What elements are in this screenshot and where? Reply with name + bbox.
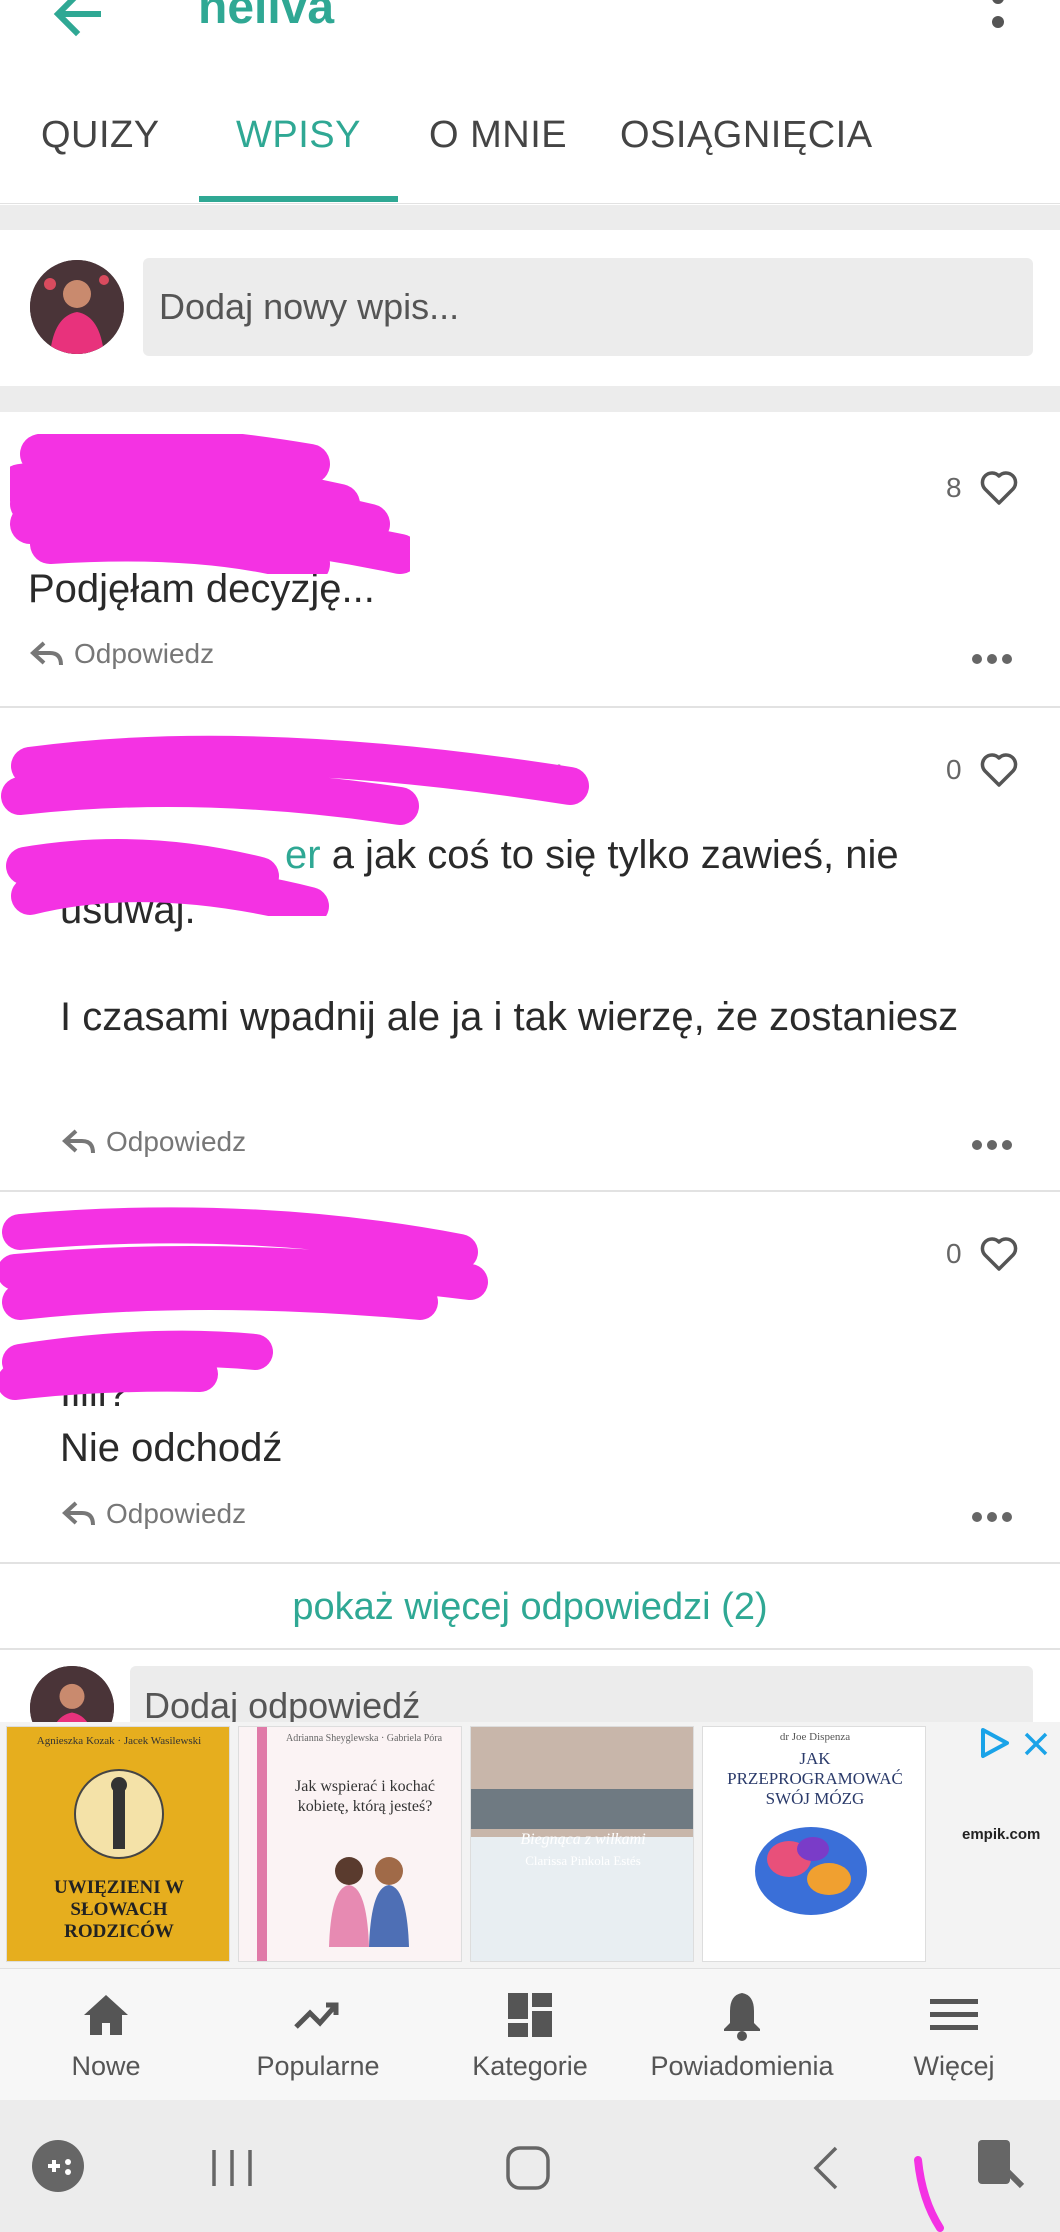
tab-o-mnie[interactable]: O MNIE (429, 114, 567, 157)
post-text: Podjęłam decyzję... (28, 567, 375, 611)
home-icon (84, 1995, 128, 2035)
separator (0, 386, 1060, 412)
reply-label: Odpowiedz (106, 1126, 247, 1157)
book-illustration (74, 1769, 164, 1859)
more-options-icon[interactable] (970, 1510, 1014, 1524)
book-cover[interactable]: Agnieszka Kozak · Jacek Wasilewski UWIĘZ… (6, 1726, 230, 1962)
bell-icon (724, 1993, 760, 2041)
reply-label: Odpowiedz (106, 1498, 247, 1529)
nav-powiadomienia[interactable]: Powiadomienia (636, 1969, 848, 2101)
post-text: I czasami wpadnij ale ja i tak wierzę, ż… (60, 995, 959, 1039)
heart-icon[interactable] (979, 1234, 1019, 1272)
dashboard-icon (508, 1993, 552, 2037)
like-count: 8 (946, 472, 962, 503)
user-avatar[interactable] (30, 260, 124, 354)
recent-apps-icon[interactable] (208, 2146, 256, 2190)
back-arrow-icon[interactable] (50, 0, 106, 42)
show-more-replies-link[interactable]: pokaż więcej odpowiedzi (2) (0, 1564, 1060, 1650)
game-launcher-icon[interactable] (30, 2138, 86, 2194)
book-illustration (329, 1857, 409, 1947)
adchoices-icon[interactable] (977, 1726, 1011, 1760)
close-ad-icon[interactable] (1022, 1730, 1050, 1758)
profile-tabs: QUIZY WPISY O MNIE OSIĄGNIĘCIA (0, 100, 1060, 204)
home-button-icon[interactable] (504, 2144, 552, 2192)
post-text: er a jak coś to się tylko zawieś, nie us… (60, 833, 899, 932)
post-meta: temu (500, 754, 563, 785)
more-options-icon[interactable] (970, 1138, 1014, 1152)
tab-quizy[interactable]: QUIZY (41, 114, 160, 157)
reply-label: Odpowiedz (74, 638, 215, 669)
mention-link[interactable]: er (285, 833, 321, 877)
reply-button[interactable]: Odpowiedz (62, 1498, 246, 1530)
ad-brand: empik.com (962, 1826, 1041, 1843)
post-item: 8 Podjęłam decyzję... Odpowiedz (0, 412, 1060, 708)
book-illustration (755, 1827, 867, 1915)
post-text: Iiiii? Nie odchodź (60, 1371, 283, 1470)
separator (0, 205, 1060, 230)
reply-icon (62, 1129, 95, 1154)
nav-nowe[interactable]: Nowe (0, 1969, 212, 2101)
post-item: 0 Iiiii? Nie odchodź Odpowiedz (0, 1192, 1060, 1564)
back-button-icon[interactable] (806, 2144, 846, 2192)
more-options-icon[interactable] (986, 0, 1010, 38)
post-item: 0 temu er a jak coś to się tylko zawieś,… (0, 708, 1060, 1192)
nav-kategorie[interactable]: Kategorie (424, 1969, 636, 2101)
app-bar: neliva (0, 0, 1060, 60)
nav-popularne[interactable]: Popularne (212, 1969, 424, 2101)
tab-wpisy[interactable]: WPISY (236, 114, 361, 157)
system-navigation-bar (0, 2100, 1060, 2232)
active-tab-indicator (199, 196, 398, 202)
screen-rotation-icon[interactable] (972, 2136, 1028, 2192)
tab-osiagniecia[interactable]: OSIĄGNIĘCIA (620, 114, 873, 157)
heart-icon[interactable] (979, 468, 1019, 506)
book-cover[interactable]: Adrianna Sheyglewska · Gabriela Póra Jak… (238, 1726, 462, 1962)
more-options-icon[interactable] (970, 652, 1014, 666)
reply-compose (0, 1652, 1060, 1724)
author-avatar[interactable] (30, 444, 90, 504)
reply-icon (30, 641, 63, 666)
like-count: 0 (946, 1238, 962, 1269)
bottom-navigation: Nowe Popularne Kategorie Powiadomienia W… (0, 1968, 1060, 2100)
nav-wiecej[interactable]: Więcej (848, 1969, 1060, 2101)
book-cover[interactable]: Biegnąca z wilkami Clarissa Pinkola Esté… (470, 1726, 694, 1962)
reply-icon (62, 1501, 95, 1526)
trending-icon (294, 2002, 339, 2029)
compose-box (0, 230, 1060, 386)
book-cover[interactable]: dr Joe Dispenza JAK PRZEPROGRAMOWAĆ SWÓJ… (702, 1726, 926, 1962)
reply-input[interactable] (130, 1666, 1033, 1724)
menu-icon (930, 1999, 978, 2030)
app-title: neliva (198, 0, 335, 34)
user-avatar[interactable] (30, 1666, 114, 1724)
reply-button[interactable]: Odpowiedz (62, 1126, 246, 1158)
new-post-input[interactable] (143, 258, 1033, 356)
heart-icon[interactable] (979, 750, 1019, 788)
ad-banner[interactable]: Agnieszka Kozak · Jacek Wasilewski UWIĘZ… (0, 1722, 1060, 1968)
redaction-scribble (914, 2156, 944, 2232)
like-count: 0 (946, 754, 962, 785)
reply-button[interactable]: Odpowiedz (30, 638, 214, 670)
